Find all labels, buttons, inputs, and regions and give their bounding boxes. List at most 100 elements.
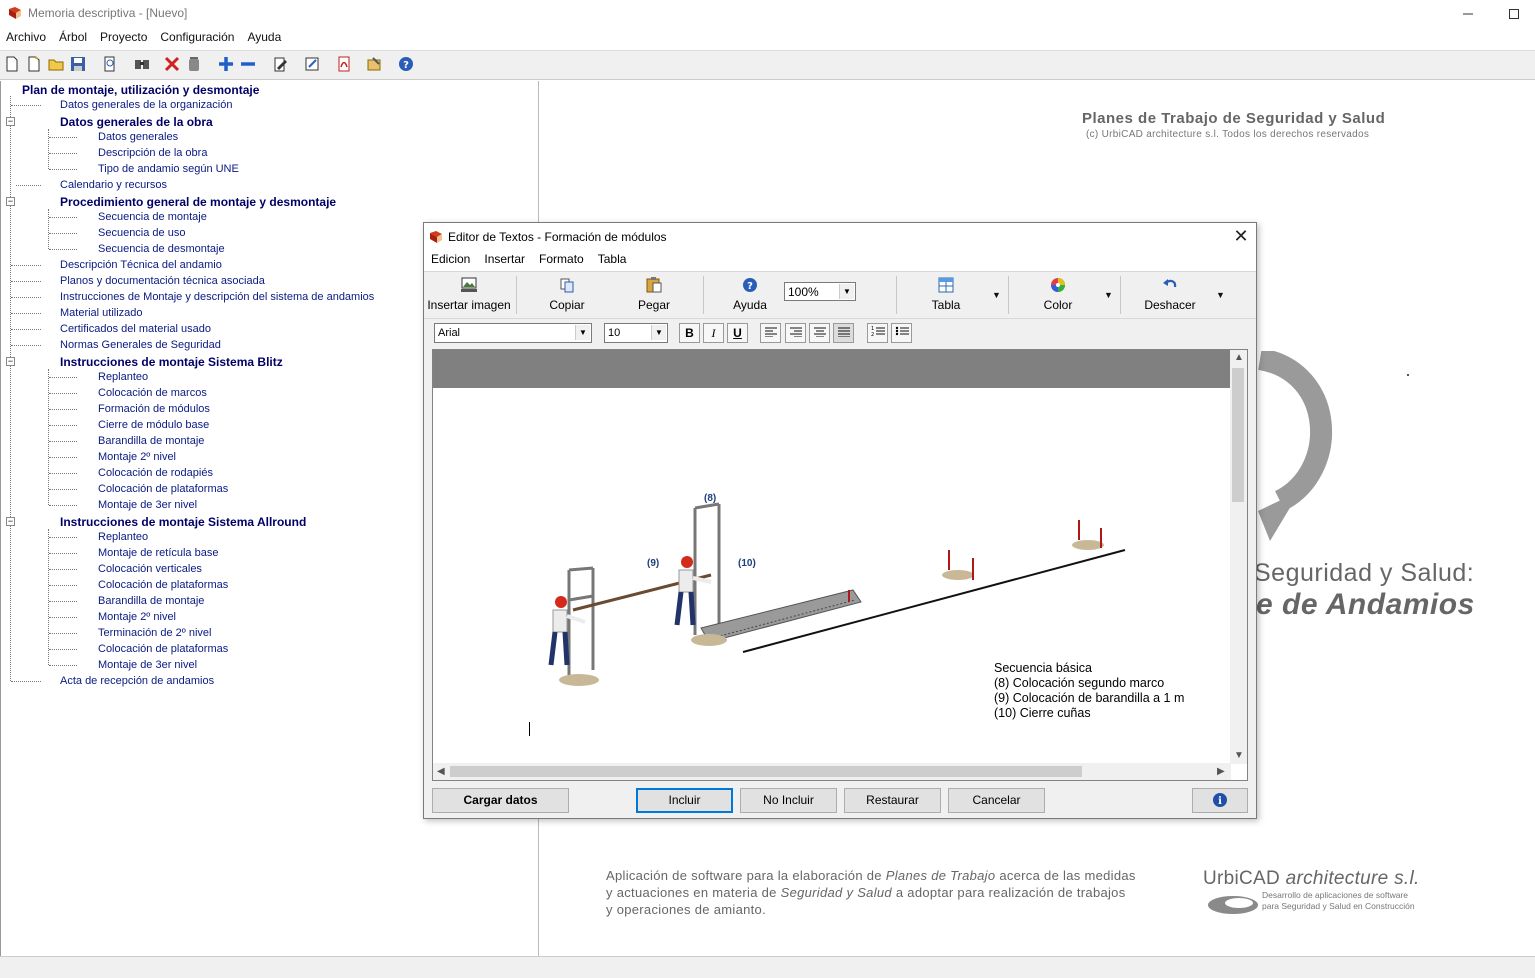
chevron-down-icon[interactable]: ▼ [1104,290,1113,300]
collapse-icon[interactable]: − [6,357,15,366]
align-center-button[interactable] [809,323,830,343]
tree-item[interactable]: Formación de módulos [98,403,210,415]
dialog-close-button[interactable]: ✕ [1230,226,1252,248]
tree-item[interactable]: Datos generales [98,131,178,143]
italic-button[interactable]: I [703,323,724,343]
tree-group[interactable]: Instrucciones de montaje Sistema Allroun… [60,515,306,529]
tree-item[interactable]: Secuencia de montaje [98,211,207,223]
load-data-button[interactable]: Cargar datos [432,788,569,813]
bullet-list-button[interactable] [891,323,912,343]
tree-item[interactable]: Colocación de rodapiés [98,467,213,479]
tree-item[interactable]: Cierre de módulo base [98,419,209,431]
tree-group[interactable]: Datos generales de la obra [60,115,213,129]
menu-insertar[interactable]: Insertar [477,253,532,271]
undo-button[interactable]: Deshacer [1138,276,1202,316]
tree-root[interactable]: Plan de montaje, utilización y desmontaj… [22,83,259,97]
justify-button[interactable] [833,323,854,343]
vertical-scroll-thumb[interactable] [1232,368,1244,502]
menu-tabla[interactable]: Tabla [591,253,634,271]
tree-item[interactable]: Secuencia de desmontaje [98,243,225,255]
tree-item[interactable]: Montaje de retícula base [98,547,218,559]
tree-item[interactable]: Datos generales de la organización [60,99,232,111]
align-right-button[interactable] [785,323,806,343]
tree-item[interactable]: Replanteo [98,371,148,383]
delete-button[interactable] [162,54,182,74]
maximize-button[interactable] [1491,0,1535,28]
chevron-left-icon[interactable]: ◀ [437,766,445,777]
tree-item[interactable]: Certificados del material usado [60,323,211,335]
export-button[interactable] [364,54,384,74]
paste-button[interactable]: Pegar [622,276,686,316]
insert-image-button[interactable]: Insertar imagen [426,276,512,316]
save-button[interactable] [68,54,88,74]
tree-item[interactable]: Montaje de 3er nivel [98,659,197,671]
zoom-select[interactable]: 100% ▼ [784,282,856,301]
chevron-down-icon[interactable]: ▼ [1234,750,1244,761]
tree-item[interactable]: Colocación verticales [98,563,202,575]
tree-item[interactable]: Normas Generales de Seguridad [60,339,221,351]
cancel-button[interactable]: Cancelar [948,788,1045,813]
tree-item[interactable]: Barandilla de montaje [98,595,204,607]
chevron-right-icon[interactable]: ▶ [1217,766,1225,777]
horizontal-scrollbar[interactable]: ◀ ▶ [433,763,1231,780]
chevron-up-icon[interactable]: ▲ [1234,352,1244,363]
note-button[interactable] [302,54,322,74]
menu-ayuda[interactable]: Ayuda [241,28,288,48]
chevron-down-icon[interactable]: ▼ [651,325,666,340]
font-select[interactable]: Arial ▼ [434,323,592,343]
tree-item[interactable]: Montaje 2º nivel [98,611,176,623]
tree-item[interactable]: Colocación de plataformas [98,579,228,591]
edit-button[interactable] [270,54,290,74]
remove-button[interactable] [238,54,258,74]
collapse-icon[interactable]: − [6,117,15,126]
tree-item[interactable]: Secuencia de uso [98,227,185,239]
open-button[interactable] [46,54,66,74]
chevron-down-icon[interactable]: ▼ [839,284,854,299]
tree-group[interactable]: Procedimiento general de montaje y desmo… [60,195,336,209]
chevron-down-icon[interactable]: ▼ [992,290,1001,300]
tree-item[interactable]: Instrucciones de Montaje y descripción d… [60,291,374,303]
vertical-scrollbar[interactable]: ▲ ▼ [1230,350,1247,764]
wizard-button[interactable] [24,54,44,74]
size-select[interactable]: 10 ▼ [604,323,668,343]
collapse-icon[interactable]: − [6,517,15,526]
tree-item[interactable]: Descripción de la obra [98,147,207,159]
restore-button[interactable]: Restaurar [844,788,941,813]
tree-item[interactable]: Descripción Técnica del andamio [60,259,222,271]
color-button[interactable]: Color [1026,276,1090,316]
bold-button[interactable]: B [679,323,700,343]
menu-arbol[interactable]: Árbol [53,28,94,48]
tree-item[interactable]: Acta de recepción de andamios [60,675,214,687]
preview-button[interactable] [100,54,120,74]
menu-proyecto[interactable]: Proyecto [94,28,154,48]
tree-item[interactable]: Barandilla de montaje [98,435,204,447]
tree-item[interactable]: Replanteo [98,531,148,543]
tree-group[interactable]: Instrucciones de montaje Sistema Blitz [60,355,283,369]
numbered-list-button[interactable]: 12 [867,323,888,343]
new-button[interactable] [2,54,22,74]
add-button[interactable] [216,54,236,74]
align-left-button[interactable] [760,323,781,343]
help-button[interactable]: ? [396,54,416,74]
tree-item[interactable]: Colocación de marcos [98,387,207,399]
info-button[interactable]: i [1192,788,1248,813]
tree-item[interactable]: Montaje 2º nivel [98,451,176,463]
underline-button[interactable]: U [727,323,748,343]
chevron-down-icon[interactable]: ▼ [575,325,590,340]
rich-text-editor[interactable]: (8) (9) (10) Secuencia básica (8) Coloca… [432,349,1248,781]
menu-archivo[interactable]: Archivo [0,28,53,48]
tree-item[interactable]: Tipo de andamio según UNE [98,163,239,175]
tree-item[interactable]: Planos y documentación técnica asociada [60,275,265,287]
tree-item[interactable]: Colocación de plataformas [98,483,228,495]
tree-item[interactable]: Terminación de 2º nivel [98,627,211,639]
chevron-down-icon[interactable]: ▼ [1216,290,1225,300]
tree-item[interactable]: Montaje de 3er nivel [98,499,197,511]
dialog-help-button[interactable]: ? Ayuda [720,276,780,316]
menu-formato[interactable]: Formato [532,253,591,271]
table-button[interactable]: Tabla [914,276,978,316]
tree-item[interactable]: Material utilizado [60,307,143,319]
pdf-button[interactable] [334,54,354,74]
search-button[interactable] [132,54,152,74]
menu-edicion[interactable]: Edicion [424,253,477,271]
menu-configuracion[interactable]: Configuración [154,28,241,48]
